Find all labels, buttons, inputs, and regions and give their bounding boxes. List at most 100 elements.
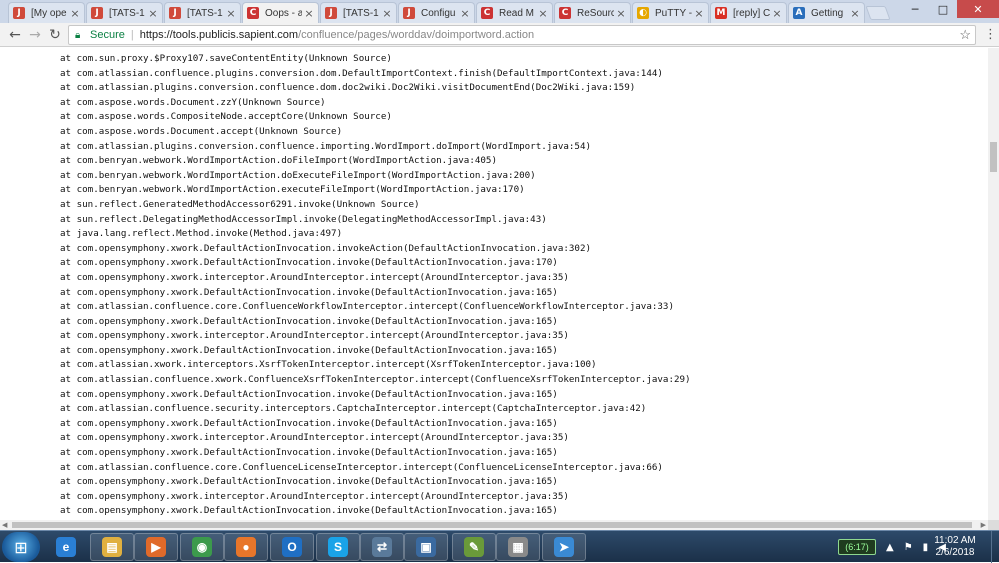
taskbar-button[interactable]: ➤ xyxy=(542,533,586,561)
horizontal-scrollbar[interactable]: ◀ ▶ xyxy=(0,520,988,530)
vertical-scrollbar[interactable] xyxy=(988,48,999,520)
browser-tab[interactable]: J [My ope × xyxy=(8,2,85,23)
tab-favicon-icon: J xyxy=(403,7,415,19)
lock-icon: 🔒︎ xyxy=(75,29,81,41)
notepad-icon: ✎ xyxy=(464,537,484,557)
scrollbar-corner xyxy=(988,520,999,530)
tab-close-icon[interactable]: × xyxy=(772,7,782,20)
stack-trace-line: at com.opensymphony.xwork.DefaultActionI… xyxy=(60,257,558,269)
browser-tab[interactable]: C ReSourc × xyxy=(554,2,631,23)
tab-close-icon[interactable]: × xyxy=(850,7,860,20)
taskbar-button[interactable]: O xyxy=(270,533,314,561)
start-button[interactable]: ⊞ xyxy=(2,532,40,562)
address-bar[interactable]: 🔒︎ Secure | https://tools.publicis.sapie… xyxy=(68,25,976,45)
back-button[interactable]: ← xyxy=(6,26,24,44)
taskbar-button[interactable]: ⇄ xyxy=(360,533,404,561)
tab-title: [reply] C xyxy=(733,7,770,19)
tab-title: [My ope xyxy=(31,7,67,19)
tab-title: [TATS-1 xyxy=(187,7,223,19)
tab-close-icon[interactable]: × xyxy=(304,7,314,20)
taskbar-button[interactable]: ◉ xyxy=(180,533,224,561)
tab-favicon-icon: J xyxy=(325,7,337,19)
tab-close-icon[interactable]: × xyxy=(70,7,80,20)
browser-tab[interactable]: J Configu × xyxy=(398,2,475,23)
browser-tab[interactable]: ◐ PuTTY - × xyxy=(632,2,709,23)
clock[interactable]: 11:02 AM 2/6/2018 xyxy=(930,535,980,559)
taskbar-button[interactable]: ✎ xyxy=(452,533,496,561)
taskbar-button[interactable]: ▶ xyxy=(134,533,178,561)
tab-favicon-icon: C xyxy=(247,7,259,19)
taskbar-button[interactable]: e xyxy=(44,533,88,561)
horizontal-scroll-thumb[interactable] xyxy=(12,522,972,528)
stack-trace-line: at com.opensymphony.xwork.DefaultActionI… xyxy=(60,447,558,459)
stack-trace: at com.sun.proxy.$Proxy107.saveContentEn… xyxy=(60,52,691,519)
stack-trace-line: at com.atlassian.plugins.conversion.conf… xyxy=(60,140,592,152)
stack-trace-line: at com.aspose.words.Document.zzY(Unknown… xyxy=(60,96,326,108)
tab-close-icon[interactable]: × xyxy=(616,7,626,20)
new-tab-button[interactable] xyxy=(865,6,891,20)
browser-tab[interactable]: C Oops - a × xyxy=(242,2,319,23)
close-window-button[interactable]: ✕ xyxy=(957,0,999,18)
stack-trace-line: at com.atlassian.confluence.core.Conflue… xyxy=(60,301,674,313)
bookmark-star-icon[interactable]: ☆ xyxy=(959,27,971,43)
taskbar-button[interactable]: ● xyxy=(224,533,268,561)
stack-trace-line: at com.atlassian.confluence.plugins.conv… xyxy=(60,67,663,79)
url-path: /confluence/pages/worddav/doimportword.a… xyxy=(298,29,535,41)
app-icon: ➤ xyxy=(554,537,574,557)
vertical-scroll-thumb[interactable] xyxy=(990,142,997,172)
stack-trace-line: at com.opensymphony.xwork.interceptor.Ar… xyxy=(60,271,569,283)
taskbar-button[interactable]: ▣ xyxy=(404,533,448,561)
stack-trace-line: at com.opensymphony.xwork.DefaultActionI… xyxy=(60,476,558,488)
stack-trace-line: at com.aspose.words.CompositeNode.accept… xyxy=(60,111,392,123)
tab-close-icon[interactable]: × xyxy=(226,7,236,20)
taskbar-button[interactable]: ▦ xyxy=(496,533,540,561)
browser-tab[interactable]: A Getting × xyxy=(788,2,865,23)
tab-close-icon[interactable]: × xyxy=(460,7,470,20)
tab-title: PuTTY - xyxy=(655,7,692,19)
battery-indicator[interactable]: (6:17) xyxy=(838,539,876,555)
taskbar-button[interactable]: S xyxy=(316,533,360,561)
browser-menu-icon[interactable]: ⋮ xyxy=(984,27,997,42)
tab-close-icon[interactable]: × xyxy=(148,7,158,20)
tab-favicon-icon: J xyxy=(13,7,25,19)
tab-close-icon[interactable]: × xyxy=(538,7,548,20)
remote-desktop-icon: ▣ xyxy=(416,537,436,557)
reload-button[interactable]: ↻ xyxy=(46,26,64,44)
tab-favicon-icon: ◐ xyxy=(637,7,649,19)
network-tool-icon: ⇄ xyxy=(372,537,392,557)
tab-strip: J [My ope × J [TATS-1 × J [TATS-1 × C Oops - a × J [T… xyxy=(0,0,999,23)
stack-trace-line: at com.opensymphony.xwork.DefaultActionI… xyxy=(60,388,558,400)
tab-title: Configu xyxy=(421,7,456,19)
browser-toolbar: ← → ↻ 🔒︎ Secure | https://tools.publicis… xyxy=(0,23,999,47)
taskbar-button[interactable]: ▤ xyxy=(90,533,134,561)
browser-tab[interactable]: C Read M × xyxy=(476,2,553,23)
stack-trace-line: at java.lang.reflect.Method.invoke(Metho… xyxy=(60,228,343,240)
browser-tab[interactable]: J [TATS-1 × xyxy=(86,2,163,23)
network-icon[interactable]: ▮ xyxy=(923,542,929,553)
browser-tab[interactable]: M [reply] C × xyxy=(710,2,787,23)
stack-trace-line: at com.benryan.webwork.WordImportAction.… xyxy=(60,169,536,181)
clock-date: 2/6/2018 xyxy=(935,547,975,558)
ie-icon: e xyxy=(56,537,76,557)
tab-close-icon[interactable]: × xyxy=(694,7,704,20)
browser-tab[interactable]: J [TATS-1 × xyxy=(164,2,241,23)
tab-favicon-icon: C xyxy=(559,7,571,19)
forward-button[interactable]: → xyxy=(26,26,44,44)
scroll-left-icon[interactable]: ◀ xyxy=(2,521,7,529)
maximize-button[interactable]: □ xyxy=(929,0,957,18)
show-desktop-button[interactable] xyxy=(991,531,999,563)
media-player-icon: ▶ xyxy=(146,537,166,557)
minimize-button[interactable]: ─ xyxy=(901,0,929,18)
flag-icon[interactable]: ⚑ xyxy=(904,542,913,553)
stack-trace-line: at com.opensymphony.xwork.DefaultActionI… xyxy=(60,505,558,517)
firefox-icon: ● xyxy=(236,537,256,557)
stack-trace-line: at com.benryan.webwork.WordImportAction.… xyxy=(60,155,497,167)
tab-favicon-icon: J xyxy=(169,7,181,19)
secure-label: Secure xyxy=(90,29,125,41)
scroll-right-icon[interactable]: ▶ xyxy=(981,521,986,529)
stack-trace-line: at com.opensymphony.xwork.DefaultActionI… xyxy=(60,417,558,429)
show-hidden-icons-icon[interactable]: ▲ xyxy=(886,542,894,553)
browser-tab[interactable]: J [TATS-1 × xyxy=(320,2,397,23)
url-host: https://tools.publicis.sapient.com xyxy=(139,29,299,41)
tab-close-icon[interactable]: × xyxy=(382,7,392,20)
